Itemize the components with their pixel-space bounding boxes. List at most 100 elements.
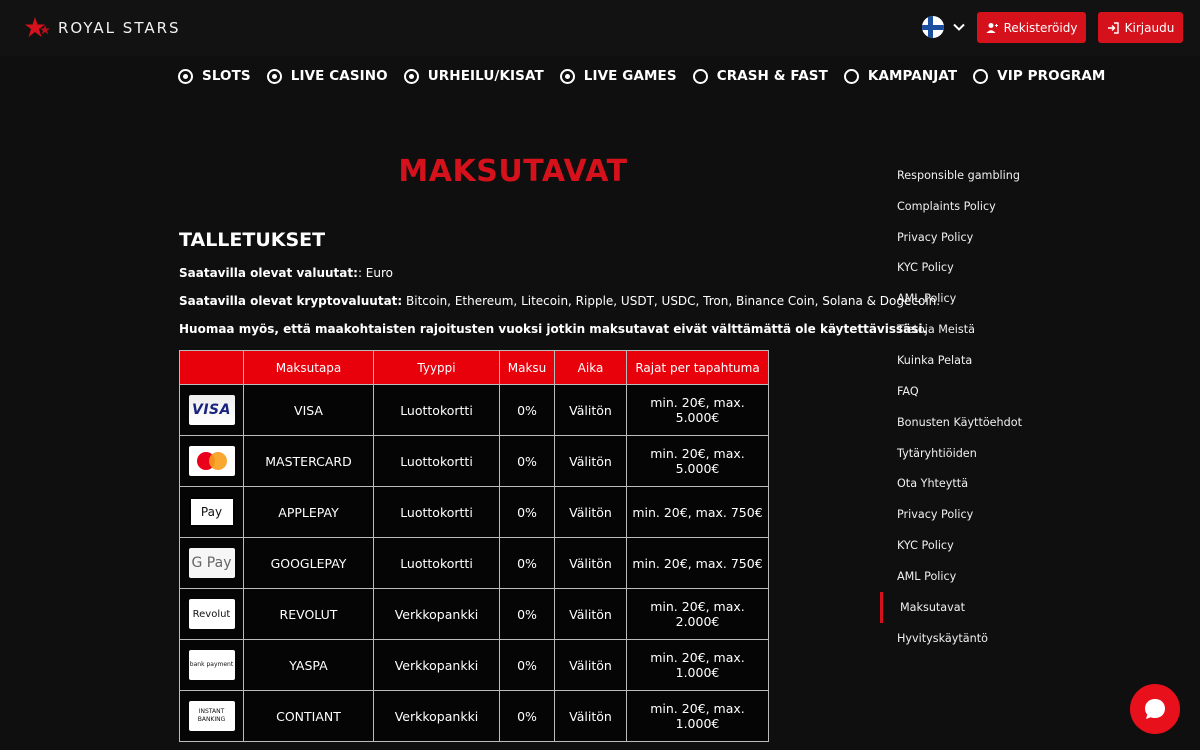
sidebar-item-complaints-policy[interactable]: Complaints Policy: [880, 191, 1180, 222]
crypto-value: Bitcoin, Ethereum, Litecoin, Ripple, USD…: [402, 294, 941, 308]
method-time: Välitön: [554, 537, 627, 589]
nav-sports[interactable]: URHEILU/KISAT: [403, 68, 544, 84]
star-logo-icon: [25, 17, 50, 37]
language-selector[interactable]: [922, 16, 966, 38]
crypto-line: Saatavilla olevat kryptovaluutat: Bitcoi…: [179, 294, 940, 308]
table-row: VISA VISA Luottokortti 0% Välitön min. 2…: [179, 384, 769, 436]
nav-label: LIVE GAMES: [583, 68, 677, 84]
nav-label: VIP PROGRAM: [997, 68, 1106, 84]
sidebar-item-bonus-terms[interactable]: Bonusten Käyttöehdot: [880, 407, 1180, 438]
method-type: Verkkopankki: [373, 639, 500, 691]
sidebar-item-affiliates[interactable]: Tytäryhtiöiden: [880, 438, 1180, 469]
sidebar-item-privacy-policy[interactable]: Privacy Policy: [880, 222, 1180, 253]
method-time: Välitön: [554, 690, 627, 742]
table-header: Aika: [554, 350, 627, 385]
method-fee: 0%: [499, 537, 555, 589]
crypto-label: Saatavilla olevat kryptovaluutat:: [179, 294, 403, 308]
visa-logo: VISA: [188, 395, 235, 425]
nav-vip-program[interactable]: VIP PROGRAM: [973, 68, 1105, 84]
table-header: Maksu: [499, 350, 555, 385]
table-header: [179, 350, 244, 385]
sidebar-item-faq[interactable]: FAQ: [880, 376, 1180, 407]
yaspa-logo: bank payment: [188, 650, 235, 680]
method-type: Luottokortti: [373, 435, 500, 487]
method-limits: min. 20€, max. 750€: [626, 486, 769, 538]
main-nav: SLOTS LIVE CASINO URHEILU/KISAT LIVE GAM…: [178, 68, 1105, 84]
policy-sidebar: Responsible gambling Complaints Policy P…: [880, 160, 1180, 654]
method-name: APPLEPAY: [243, 486, 374, 538]
register-button[interactable]: Rekisteröidy: [977, 12, 1086, 43]
method-type: Luottokortti: [373, 384, 500, 436]
currencies-value: : Euro: [357, 266, 393, 280]
logo-cell: Pay: [179, 486, 244, 538]
method-fee: 0%: [499, 384, 555, 436]
site-logo[interactable]: ROYAL STARS: [24, 16, 181, 40]
payment-methods-table: Maksutapa Tyyppi Maksu Aika Rajat per ta…: [179, 350, 769, 742]
method-time: Välitön: [554, 639, 627, 691]
method-fee: 0%: [499, 486, 555, 538]
sidebar-item-contact[interactable]: Ota Yhteyttä: [880, 468, 1180, 499]
logo-text: ROYAL STARS: [58, 19, 181, 37]
nav-label: URHEILU/KISAT: [427, 68, 544, 84]
method-type: Verkkopankki: [373, 588, 500, 640]
method-limits: min. 20€, max. 2.000€: [626, 588, 769, 640]
sidebar-item-kyc-policy-2[interactable]: KYC Policy: [880, 530, 1180, 561]
method-name: REVOLUT: [243, 588, 374, 640]
method-limits: min. 20€, max. 5.000€: [626, 435, 769, 487]
nav-crash-fast[interactable]: CRASH & FAST: [692, 68, 828, 84]
logo-cell: [179, 435, 244, 487]
method-time: Välitön: [554, 486, 627, 538]
nav-label: CRASH & FAST: [716, 68, 828, 84]
method-fee: 0%: [499, 690, 555, 742]
sidebar-item-payment-methods[interactable]: Maksutavat: [880, 591, 1180, 623]
method-limits: min. 20€, max. 1.000€: [626, 690, 769, 742]
gift-icon: [843, 68, 859, 84]
nav-slots[interactable]: SLOTS: [178, 68, 251, 84]
live-games-icon: [559, 68, 575, 84]
nav-label: SLOTS: [202, 68, 251, 84]
slots-icon: [178, 68, 193, 84]
method-type: Verkkopankki: [373, 690, 500, 742]
logo-cell: bank payment: [179, 639, 244, 691]
table-header-row: Maksutapa Tyyppi Maksu Aika Rajat per ta…: [179, 350, 769, 385]
nav-kampanjat[interactable]: KAMPANJAT: [843, 68, 958, 84]
table-header: Rajat per tapahtuma: [626, 350, 769, 385]
table-row: Pay APPLEPAY Luottokortti 0% Välitön min…: [179, 486, 769, 538]
login-icon: [1107, 21, 1119, 34]
nav-live-games[interactable]: LIVE GAMES: [559, 68, 677, 84]
nav-live-casino[interactable]: LIVE CASINO: [266, 68, 388, 84]
logo-cell: VISA: [179, 384, 244, 436]
crown-icon: [973, 68, 989, 84]
method-type: Luottokortti: [373, 537, 500, 589]
sidebar-item-refund-policy[interactable]: Hyvityskäytäntö: [880, 623, 1180, 654]
method-fee: 0%: [499, 639, 555, 691]
method-type: Luottokortti: [373, 486, 500, 538]
currencies-label: Saatavilla olevat valuutat:: [179, 266, 358, 280]
sidebar-item-how-to-play[interactable]: Kuinka Pelata: [880, 345, 1180, 376]
section-title: TALLETUKSET: [179, 229, 326, 251]
sidebar-item-aml-policy-2[interactable]: AML Policy: [880, 561, 1180, 592]
sidebar-item-aml-policy[interactable]: AML Policy: [880, 283, 1180, 314]
finland-flag-icon: [922, 16, 944, 38]
logo-cell: Revolut: [179, 588, 244, 640]
method-name: YASPA: [243, 639, 374, 691]
page-title: MAKSUTAVAT: [398, 154, 628, 189]
nav-label: KAMPANJAT: [867, 68, 958, 84]
sidebar-item-about-us[interactable]: Tietoja Meistä: [880, 314, 1180, 345]
method-fee: 0%: [499, 588, 555, 640]
method-name: GOOGLEPAY: [243, 537, 374, 589]
register-label: Rekisteröidy: [1003, 20, 1078, 35]
chat-button[interactable]: [1130, 684, 1180, 734]
table-header: Tyyppi: [373, 350, 500, 385]
top-header: ROYAL STARS Rekisteröidy Kirjaudu: [0, 0, 1200, 56]
method-time: Välitön: [554, 384, 627, 436]
sidebar-item-responsible-gambling[interactable]: Responsible gambling: [880, 160, 1180, 191]
sidebar-item-privacy-policy-2[interactable]: Privacy Policy: [880, 499, 1180, 530]
sidebar-item-kyc-policy[interactable]: KYC Policy: [880, 253, 1180, 284]
method-name: MASTERCARD: [243, 435, 374, 487]
nav-label: LIVE CASINO: [290, 68, 388, 84]
contiant-logo: INSTANT BANKING: [188, 701, 235, 731]
login-label: Kirjaudu: [1124, 20, 1175, 35]
chat-bubble-icon: [1145, 699, 1165, 719]
login-button[interactable]: Kirjaudu: [1098, 12, 1183, 43]
